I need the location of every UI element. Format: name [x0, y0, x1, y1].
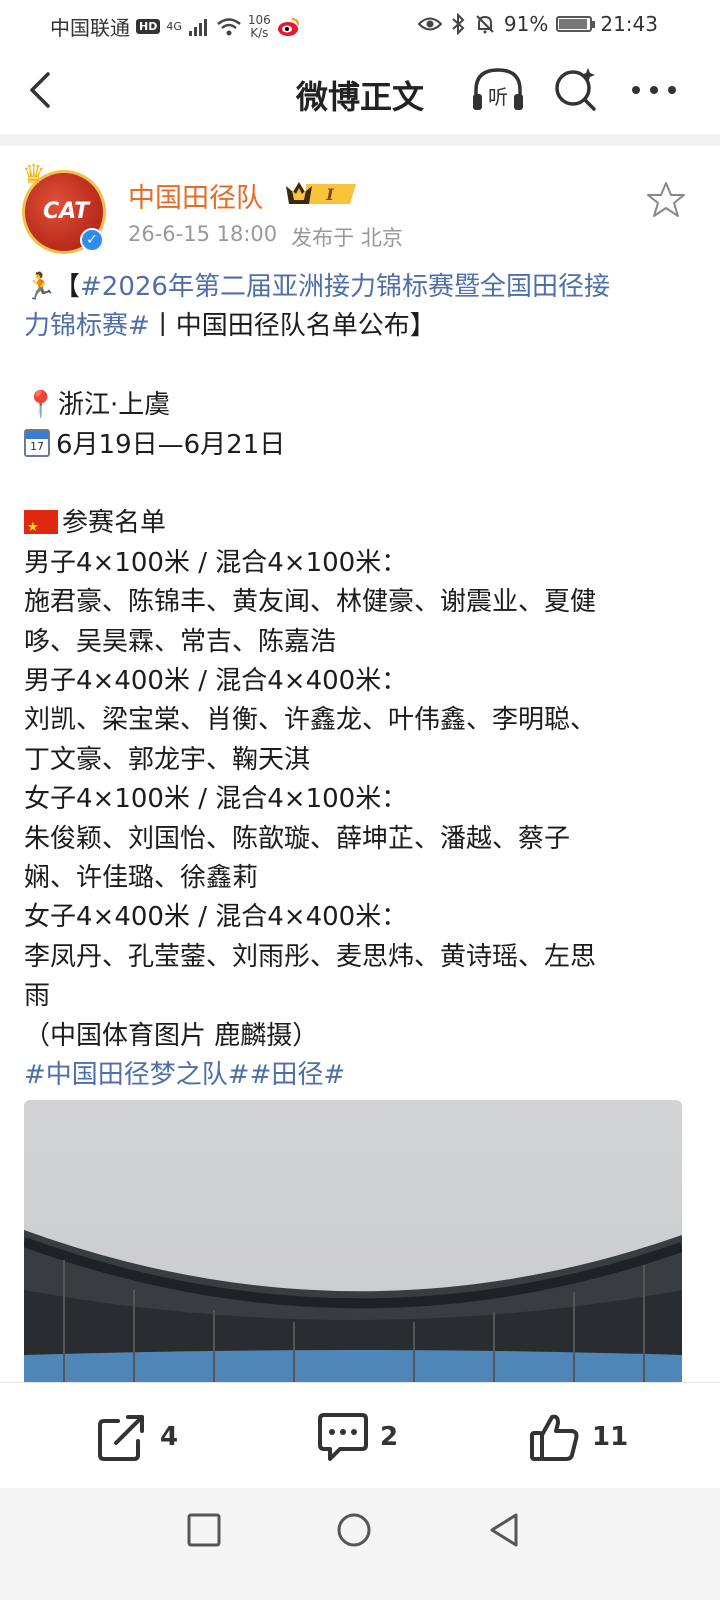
top-nav-bar: 微博正文 听: [0, 50, 720, 134]
recent-apps-square-icon[interactable]: [184, 1510, 224, 1550]
stadium-photo-graphic: [24, 1230, 682, 1382]
roster-line: 雨: [24, 981, 51, 1012]
more-options-icon[interactable]: [628, 72, 680, 108]
calendar-day: 17: [30, 439, 44, 453]
author-name[interactable]: 中国田径队: [128, 176, 263, 215]
roster-heading: 参赛名单: [62, 508, 167, 539]
comment-count: 2: [380, 1422, 399, 1452]
hd-badge: HD: [136, 19, 161, 34]
post-title-line-2: 力锦标赛#丨中国田径队名单公布】: [24, 307, 696, 346]
location-text: 浙江·上虞: [58, 390, 171, 421]
location-line: 📍浙江·上虞: [24, 386, 696, 425]
roster-line: 丁文豪、郭龙宇、鞠天淇: [24, 744, 311, 775]
roster-heading-line: 参赛名单: [24, 504, 696, 544]
wifi-icon: [217, 17, 241, 35]
author-row: CAT ♛ ✓ 中国田径队 I 26-6-15 18:00 发布于 北京: [0, 160, 720, 260]
search-icon[interactable]: [552, 66, 600, 114]
runner-emoji-icon: 🏃: [24, 272, 57, 302]
eye-icon: [417, 17, 442, 31]
date-line: 17 6月19日—6月21日: [24, 426, 696, 465]
like-button[interactable]: 11: [528, 1411, 628, 1463]
calendar-icon: 17: [24, 428, 50, 457]
roster-line: 施君豪、陈锦丰、黄友闻、林健豪、谢震业、夏健: [24, 587, 597, 618]
comment-button[interactable]: 2: [316, 1411, 398, 1463]
roster-line: 女子4×100米 / 混合4×100米：: [24, 784, 408, 815]
status-right: 91% 21:43: [417, 12, 658, 36]
battery-icon: [556, 16, 596, 32]
weibo-icon: [277, 17, 299, 36]
photo-credit: （中国体育图片 鹿麟摄）: [24, 1020, 319, 1051]
repost-count: 4: [160, 1422, 179, 1452]
clock: 21:43: [600, 12, 658, 36]
back-triangle-icon[interactable]: [484, 1510, 524, 1550]
post-location: 发布于 北京: [291, 226, 403, 250]
roster-line: 哆、吴昊霖、常吉、陈嘉浩: [24, 626, 337, 657]
event-hashtag-part-1[interactable]: #2026年第二届亚洲接力锦标赛暨全国田径接: [80, 272, 610, 302]
speed-value: 106: [247, 12, 271, 27]
roster-line: 男子4×400米 / 混合4×400米：: [24, 666, 408, 697]
event-hashtag-part-2[interactable]: 力锦标赛#: [24, 311, 150, 341]
roster-line: 李凤丹、孔莹蓥、刘雨彤、麦思炜、黄诗瑶、左思: [24, 941, 597, 972]
post-photo[interactable]: [24, 1100, 682, 1382]
title-bracket: 【: [54, 272, 81, 302]
roster-line: 娴、许佳璐、徐鑫莉: [24, 863, 259, 894]
post-title-line-1: 🏃【#2026年第二届亚洲接力锦标赛暨全国田径接: [24, 268, 696, 307]
bluetooth-icon: [452, 13, 465, 35]
repost-button[interactable]: 4: [96, 1411, 178, 1463]
post-timestamp: 26-6-15 18:00: [128, 222, 278, 246]
listen-headphones-icon[interactable]: 听: [470, 66, 526, 114]
signal-icon: [188, 18, 207, 36]
verified-badge-icon: ✓: [80, 228, 104, 252]
network-label: 4G: [166, 20, 182, 33]
vip-crown-badge-icon[interactable]: I: [284, 178, 360, 208]
like-count: 11: [592, 1422, 629, 1452]
speed-unit: K/s: [250, 25, 269, 40]
roster-line: 女子4×400米 / 混合4×400米：: [24, 902, 408, 933]
roster-line: 男子4×100米 / 混合4×100米：: [24, 547, 408, 578]
status-bar: 中国联通 HD 4G 106 K/s 91% 21:43: [0, 0, 720, 50]
header-separator: [0, 134, 720, 146]
roster-line: 朱俊颖、刘国怡、陈歆璇、薛坤芷、潘越、蔡子: [24, 823, 571, 854]
footer-hashtags[interactable]: #中国田径梦之队##田径#: [24, 1056, 696, 1095]
mute-bell-icon: [476, 15, 494, 34]
china-flag-icon: [24, 508, 58, 544]
date-text: 6月19日—6月21日: [56, 429, 286, 460]
action-bar: 4 2 11: [0, 1382, 720, 1488]
system-nav-bar: [0, 1488, 720, 1600]
crown-icon: ♛: [22, 160, 46, 190]
favorite-star-icon[interactable]: [646, 180, 686, 220]
location-pin-icon: 📍: [24, 390, 58, 421]
roster-line: 刘凯、梁宝棠、肖衡、许鑫龙、叶伟鑫、李明聪、: [24, 705, 597, 736]
home-circle-icon[interactable]: [334, 1510, 374, 1550]
comment-icon: [318, 1413, 368, 1461]
post-meta: 26-6-15 18:00 发布于 北京: [128, 222, 403, 252]
status-left: 中国联通 HD 4G 106 K/s: [50, 12, 301, 41]
network-speed: 106 K/s: [247, 12, 271, 40]
carrier-label: 中国联通: [50, 16, 130, 40]
title-rest: 丨中国田径队名单公布】: [149, 311, 436, 342]
share-icon: [98, 1415, 144, 1461]
avatar-logo-text: CAT: [43, 199, 90, 224]
post-body: 🏃【#2026年第二届亚洲接力锦标赛暨全国田径接 力锦标赛#丨中国田径队名单公布…: [24, 268, 696, 1096]
thumbs-up-icon: [530, 1414, 579, 1461]
vip-level: I: [325, 185, 334, 204]
listen-label: 听: [488, 85, 508, 109]
page-title: 微博正文: [295, 78, 424, 116]
battery-percent: 91%: [503, 12, 549, 36]
